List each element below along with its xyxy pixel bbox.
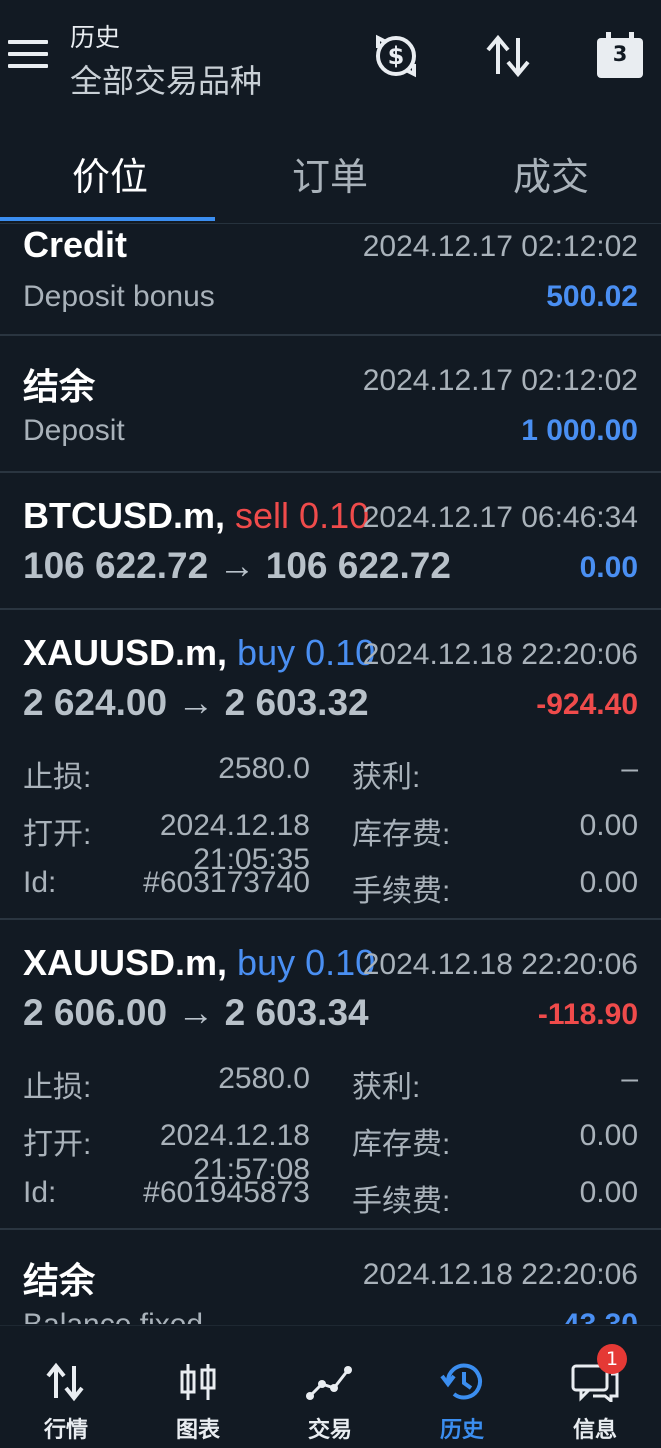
fee-value: 0.00 — [579, 866, 638, 899]
item-amount: 500.02 — [546, 280, 638, 313]
nav-trade[interactable]: 交易 — [264, 1326, 396, 1448]
item-date: 2024.12.18 22:20:06 — [362, 948, 638, 981]
open-time-label: 打开: — [23, 1128, 92, 1161]
item-date: 2024.12.17 02:12:02 — [362, 230, 638, 263]
open-time-label: 打开: — [23, 818, 92, 851]
item-prices: 2 606.00 → 2 603.34 — [23, 992, 369, 1034]
nav-quotes[interactable]: 行情 — [0, 1326, 132, 1448]
take-profit-value: – — [621, 1062, 638, 1095]
item-symbol-line: XAUUSD.m, buy 0.10 — [23, 632, 375, 674]
swap-label: 库存费: — [352, 818, 451, 851]
active-tab-indicator — [0, 217, 215, 221]
item-symbol-line: BTCUSD.m, sell 0.10 — [23, 495, 369, 537]
take-profit-label: 获利: — [352, 1071, 421, 1104]
chart-icon — [180, 1364, 216, 1400]
item-profit: -118.90 — [537, 998, 638, 1031]
quotes-icon — [46, 1362, 84, 1402]
menu-icon[interactable] — [8, 40, 48, 72]
item-type: 结余 — [23, 1260, 96, 1301]
arrow-icon: → — [177, 992, 215, 1033]
swap-value: 0.00 — [579, 809, 638, 842]
close-price: 2 603.32 — [224, 682, 369, 723]
item-date: 2024.12.17 02:12:02 — [362, 364, 638, 397]
item-date: 2024.12.17 06:46:34 — [362, 501, 638, 534]
arrow-icon: → — [177, 682, 215, 723]
tab-orders[interactable]: 订单 — [220, 146, 440, 201]
item-side: sell 0.10 — [235, 495, 370, 536]
item-symbol: XAUUSD.m, — [23, 942, 228, 983]
arrow-icon: → — [218, 545, 256, 586]
item-date: 2024.12.18 22:20:06 — [362, 1258, 638, 1291]
item-type: Credit — [23, 224, 128, 265]
stop-loss-value: 2580.0 — [218, 1062, 310, 1095]
nav-label: 历史 — [439, 1418, 484, 1443]
open-price: 2 606.00 — [23, 992, 168, 1033]
stop-loss-label: 止损: — [23, 761, 92, 794]
item-side: buy 0.10 — [237, 632, 376, 673]
currency-exchange-icon[interactable]: $ — [370, 30, 422, 82]
item-amount: 43.30 — [563, 1308, 638, 1324]
list-item[interactable]: XAUUSD.m, buy 0.10 2024.12.18 22:20:06 2… — [0, 610, 661, 920]
item-symbol: BTCUSD.m, — [23, 495, 226, 536]
nav-history[interactable]: 历史 — [396, 1326, 528, 1448]
take-profit-value: – — [621, 752, 638, 785]
item-comment: Deposit bonus — [23, 280, 215, 313]
list-item[interactable]: Credit 2024.12.17 02:12:02 Deposit bonus… — [0, 222, 661, 336]
history-tabs: 价位 订单 成交 — [0, 120, 661, 224]
item-side: buy 0.10 — [237, 942, 376, 983]
item-profit: 0.00 — [579, 551, 638, 584]
item-profit: -924.40 — [536, 688, 638, 721]
close-price: 106 622.72 — [265, 545, 451, 586]
item-comment: Balance fixed — [23, 1308, 203, 1324]
item-type: 结余 — [23, 366, 96, 407]
symbol-filter[interactable]: 全部交易品种 — [70, 56, 262, 102]
list-item[interactable]: XAUUSD.m, buy 0.10 2024.12.18 22:20:06 2… — [0, 920, 661, 1230]
calendar-day: 3 — [612, 42, 628, 66]
notification-badge: 1 — [597, 1344, 627, 1374]
nav-label: 交易 — [307, 1418, 352, 1443]
page-title: 历史 — [70, 23, 121, 52]
list-item[interactable]: 结余 2024.12.18 22:20:06 Balance fixed 43.… — [0, 1230, 661, 1324]
fee-value: 0.00 — [579, 1176, 638, 1209]
open-price: 2 624.00 — [23, 682, 168, 723]
close-price: 2 603.34 — [224, 992, 369, 1033]
top-app-bar: 历史 全部交易品种 $ 3 — [0, 0, 661, 120]
sort-icon[interactable] — [482, 30, 534, 82]
nav-chart[interactable]: 图表 — [132, 1326, 264, 1448]
stop-loss-value: 2580.0 — [218, 752, 310, 785]
tab-deals[interactable]: 成交 — [441, 146, 661, 201]
fee-label: 手续费: — [352, 875, 451, 908]
swap-label: 库存费: — [352, 1128, 451, 1161]
nav-label: 行情 — [43, 1418, 88, 1443]
history-icon — [440, 1363, 482, 1400]
tab-positions[interactable]: 价位 — [0, 146, 220, 201]
id-value: #603173740 — [143, 866, 310, 899]
item-prices: 106 622.72 → 106 622.72 — [23, 545, 451, 587]
svg-text:$: $ — [388, 42, 405, 70]
history-list[interactable]: Credit 2024.12.17 02:12:02 Deposit bonus… — [0, 222, 661, 1324]
nav-label: 信息 — [572, 1418, 617, 1443]
list-item[interactable]: 结余 2024.12.17 02:12:02 Deposit 1 000.00 — [0, 336, 661, 473]
bottom-navigation: 行情 图表 交易 历史 1 信息 — [0, 1325, 661, 1448]
swap-value: 0.00 — [579, 1119, 638, 1152]
id-label: Id: — [23, 1176, 57, 1209]
item-comment: Deposit — [23, 414, 125, 447]
item-amount: 1 000.00 — [521, 414, 638, 447]
nav-label: 图表 — [175, 1418, 220, 1443]
fee-label: 手续费: — [352, 1185, 451, 1218]
item-symbol-line: XAUUSD.m, buy 0.10 — [23, 942, 375, 984]
item-date: 2024.12.18 22:20:06 — [362, 638, 638, 671]
id-label: Id: — [23, 866, 57, 899]
take-profit-label: 获利: — [352, 761, 421, 794]
list-item[interactable]: BTCUSD.m, sell 0.10 2024.12.17 06:46:34 … — [0, 473, 661, 610]
nav-messages[interactable]: 1 信息 — [529, 1326, 661, 1448]
stop-loss-label: 止损: — [23, 1071, 92, 1104]
trade-icon — [306, 1366, 352, 1400]
item-symbol: XAUUSD.m, — [23, 632, 228, 673]
calendar-icon[interactable]: 3 — [594, 30, 646, 82]
open-price: 106 622.72 — [23, 545, 209, 586]
item-prices: 2 624.00 → 2 603.32 — [23, 682, 369, 724]
id-value: #601945873 — [143, 1176, 310, 1209]
